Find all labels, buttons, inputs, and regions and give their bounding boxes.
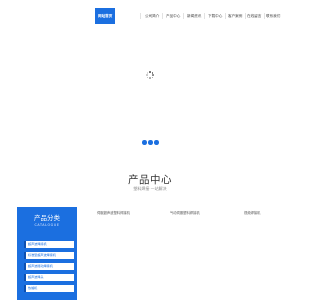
slider-dot[interactable] xyxy=(142,140,147,145)
main-nav: 网站首页 公司简介 产品中心 新闻资讯 下载中心 客户案例 在线留言 联系我们 xyxy=(0,8,300,24)
sidebar-title: 产品分类 xyxy=(34,214,60,222)
product-item[interactable]: 伺服超声波塑料焊接机 xyxy=(97,210,130,215)
slider-pagination xyxy=(142,140,159,146)
nav-item-home[interactable]: 网站首页 xyxy=(95,8,116,24)
slider-dot[interactable] xyxy=(154,140,159,145)
nav-divider xyxy=(264,13,265,19)
nav-divider xyxy=(183,13,184,19)
category-item[interactable]: 超声波焊头 xyxy=(24,274,74,281)
category-item[interactable]: 标准型超声波焊接机 xyxy=(24,252,74,259)
slider-dot[interactable] xyxy=(148,140,153,145)
category-item[interactable]: 超声波振动焊接机 xyxy=(24,263,74,270)
nav-item-message[interactable]: 在线留言 xyxy=(247,8,261,24)
nav-divider xyxy=(245,13,246,19)
nav-item-about[interactable]: 公司简介 xyxy=(145,8,159,24)
nav-divider xyxy=(225,13,226,19)
nav-item-news[interactable]: 新闻资讯 xyxy=(187,8,201,24)
product-item[interactable]: 气动伺服塑料焊接机 xyxy=(170,210,200,215)
category-sidebar: 产品分类 CATALOGUE 超声波焊接机 标准型超声波焊接机 超声波振动焊接机… xyxy=(17,207,77,300)
section-subtitle: 塑料焊接 一站解决 xyxy=(133,186,167,191)
category-item[interactable]: 热熔机 xyxy=(24,285,74,292)
nav-item-contact[interactable]: 联系我们 xyxy=(266,8,280,24)
product-item[interactable]: 视频焊接机 xyxy=(244,210,260,215)
nav-item-cases[interactable]: 客户案例 xyxy=(228,8,242,24)
category-item[interactable]: 超声波焊接机 xyxy=(24,241,74,248)
nav-divider xyxy=(204,13,205,19)
spinner-icon xyxy=(146,71,154,79)
section-title: 产品中心 xyxy=(128,174,172,186)
nav-item-downloads[interactable]: 下载中心 xyxy=(208,8,222,24)
nav-divider xyxy=(140,13,141,19)
sidebar-subtitle: CATALOGUE xyxy=(34,223,60,227)
nav-divider xyxy=(162,13,163,19)
nav-item-products[interactable]: 产品中心 xyxy=(166,8,180,24)
